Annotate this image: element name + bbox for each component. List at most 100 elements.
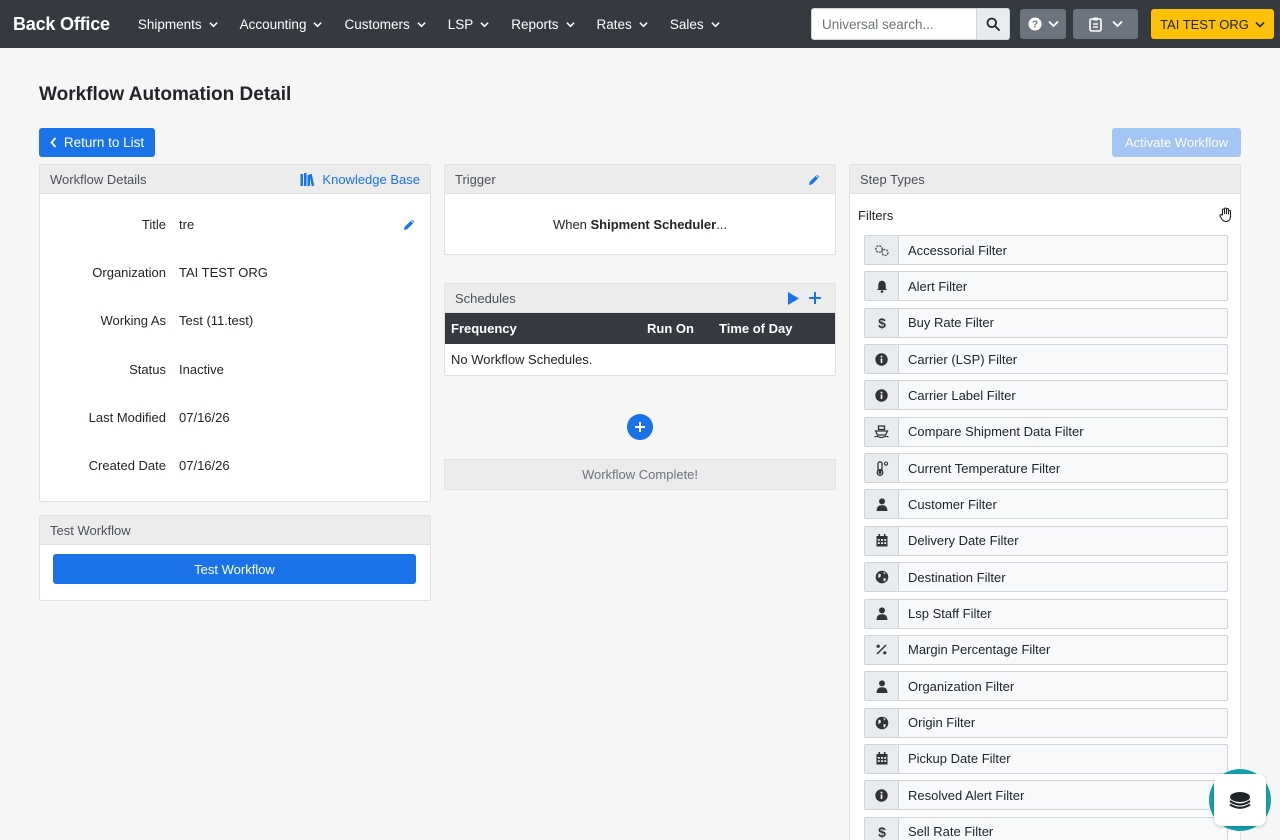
info-icon [865,781,899,810]
return-label: Return to List [63,135,145,150]
filter-item-origin-filter[interactable]: Origin Filter [864,707,1228,738]
user-icon [865,672,899,701]
return-to-list-button[interactable]: Return to List [39,128,155,157]
dollar-icon: $ [865,817,899,840]
filter-item-alert-filter[interactable]: Alert Filter [864,271,1228,302]
workflow-details-card: Workflow Details Knowledge Base Title tre… [39,164,431,502]
filter-item-buy-rate-filter[interactable]: $ Buy Rate Filter [864,307,1228,338]
search-button[interactable] [977,8,1010,40]
filter-item-destination-filter[interactable]: Destination Filter [864,562,1228,593]
nav-item-accounting[interactable]: Accounting [240,0,323,48]
nav-item-label: Customers [344,16,410,32]
trigger-description[interactable]: When Shipment Scheduler... [445,217,835,232]
workflow-details-title: Workflow Details [50,171,147,187]
play-icon[interactable] [788,292,799,305]
filter-item-customer-filter[interactable]: Customer Filter [864,489,1228,520]
top-navbar: Back Office Shipments Accounting Customers… [0,0,1280,48]
chevron-down-icon [639,21,648,27]
filter-item-current-temperature-filter[interactable]: Current Temperature Filter [864,453,1228,484]
filter-label: Carrier (LSP) Filter [908,351,1018,367]
detail-value: Test (11.test) [179,313,254,328]
clipboard-dropdown-button[interactable] [1073,9,1138,39]
filter-item-margin-percentage-filter[interactable]: Margin Percentage Filter [864,634,1228,665]
filter-label: Buy Rate Filter [908,315,994,331]
filter-item-compare-shipment-data-filter[interactable]: Compare Shipment Data Filter [864,416,1228,447]
filter-item-delivery-date-filter[interactable]: Delivery Date Filter [864,525,1228,556]
svg-text:$: $ [878,825,886,839]
filter-item-carrier-lsp-filter[interactable]: Carrier (LSP) Filter [864,344,1228,375]
chevron-left-icon [50,137,57,148]
calendar-icon [865,744,899,773]
gears-icon [865,236,899,264]
column-time-of-day: Time of Day [719,321,793,336]
filter-item-carrier-label-filter[interactable]: Carrier Label Filter [864,380,1228,411]
filter-label: Organization Filter [908,678,1015,694]
ship-icon [865,417,899,446]
filter-label: Destination Filter [908,569,1006,585]
filter-item-sell-rate-filter[interactable]: $ Sell Rate Filter [864,816,1228,840]
filter-label: Sell Rate Filter [908,824,994,840]
plus-icon [635,422,645,432]
calendar-icon [865,526,899,555]
nav-item-label: Reports [511,16,559,32]
svg-text:$: $ [878,316,886,330]
detail-value: TAI TEST ORG [179,265,268,280]
workflow-details-header: Workflow Details Knowledge Base [40,165,430,194]
user-icon [865,490,899,519]
nav-item-lsp[interactable]: LSP [448,0,490,48]
books-icon [300,173,315,186]
filter-item-pickup-date-filter[interactable]: Pickup Date Filter [864,743,1228,774]
globe-icon [865,708,899,737]
plus-icon[interactable] [809,292,821,304]
schedules-title: Schedules [455,290,516,306]
filter-item-organization-filter[interactable]: Organization Filter [864,671,1228,702]
nav-item-shipments[interactable]: Shipments [138,0,218,48]
filter-label: Resolved Alert Filter [908,787,1025,803]
filter-label: Lsp Staff Filter [908,606,992,621]
filter-item-accessorial-filter[interactable]: Accessorial Filter [864,235,1228,265]
chevron-down-icon [209,21,218,27]
nav-item-customers[interactable]: Customers [344,0,426,48]
help-dropdown-button[interactable]: ? [1020,9,1066,39]
info-icon [865,345,899,374]
add-step-button[interactable] [627,414,653,440]
org-label: TAI TEST ORG [1160,16,1249,32]
chevron-down-icon [1255,21,1265,28]
info-icon [865,381,899,410]
knowledge-base-link[interactable]: Knowledge Base [300,165,420,194]
chat-widget-inner[interactable] [1214,774,1266,826]
filter-label: Carrier Label Filter [908,387,1016,403]
chevron-down-icon [710,21,720,27]
organization-dropdown-button[interactable]: TAI TEST ORG [1151,9,1274,39]
detail-label: Title [141,217,166,232]
test-workflow-button[interactable]: Test Workflow [53,554,416,584]
detail-value: tre [179,217,195,232]
nav-item-label: Shipments [137,16,202,32]
schedules-header: Schedules [445,284,835,313]
test-workflow-card: Test Workflow Test Workflow [39,515,431,601]
workflow-complete-bar: Workflow Complete! [444,459,836,490]
detail-value: 07/16/26 [179,458,230,473]
edit-pencil-icon[interactable] [403,218,416,231]
filter-label: Customer Filter [908,496,997,512]
test-workflow-title: Test Workflow [50,522,131,538]
detail-row-last-modified: Last Modified 07/16/26 [40,410,430,425]
nav-item-rates[interactable]: Rates [597,0,648,48]
activate-workflow-button[interactable]: Activate Workflow [1112,128,1241,157]
filter-item-lsp-staff-filter[interactable]: Lsp Staff Filter [864,598,1228,629]
nav-item-reports[interactable]: Reports [511,0,575,48]
nav-item-sales[interactable]: Sales [670,0,720,48]
filter-label: Pickup Date Filter [908,751,1011,767]
step-types-card: Step Types Filters Accessorial Filter Ale… [849,164,1241,840]
search-icon [986,17,1000,31]
hand-drag-icon [1219,207,1232,222]
trigger-suffix: ... [716,217,728,232]
edit-pencil-icon[interactable] [808,173,821,186]
detail-label: Last Modified [88,410,166,425]
filter-item-resolved-alert-filter[interactable]: Resolved Alert Filter [864,780,1228,811]
detail-row-created-date: Created Date 07/16/26 [40,458,430,473]
detail-value: 07/16/26 [179,410,230,425]
universal-search-input[interactable]: Universal search... [811,8,977,40]
filters-section-label: Filters [858,208,894,223]
brand-logo[interactable]: Back Office [13,14,110,35]
